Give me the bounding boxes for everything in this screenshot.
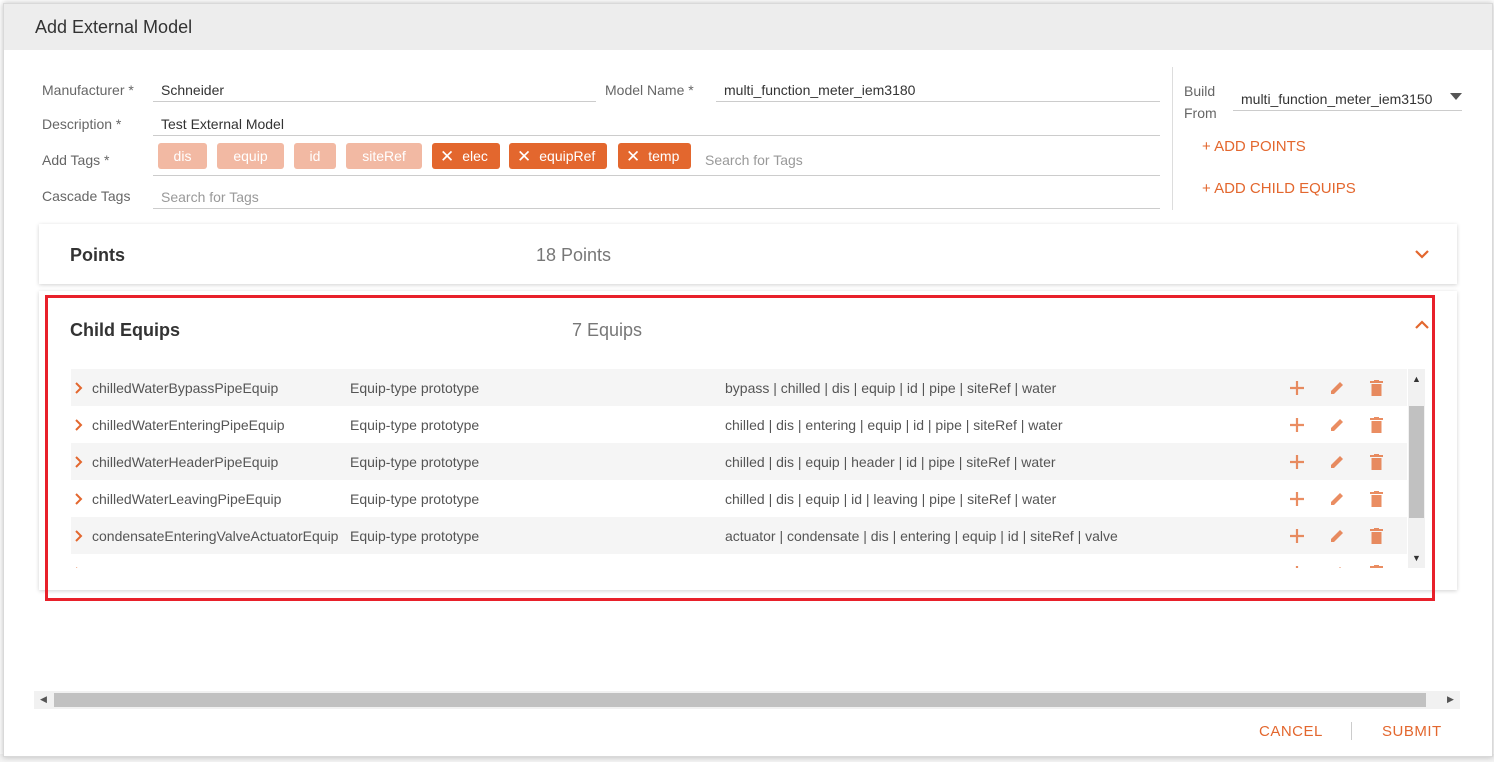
remove-tag-icon[interactable]: ✕ <box>626 148 640 165</box>
build-from-select[interactable]: multi_function_meter_iem3150 <box>1233 87 1462 111</box>
description-label: Description * <box>42 116 122 132</box>
scroll-right-arrow-icon[interactable]: ▶ <box>1447 694 1454 705</box>
tag-label: elec <box>462 148 488 164</box>
points-card[interactable]: Points 18 Points <box>39 224 1457 284</box>
dropdown-caret-icon <box>1450 93 1462 101</box>
tag-dis: dis <box>158 143 207 169</box>
child-equips-highlight-box <box>45 295 1435 601</box>
build-from-value: multi_function_meter_iem3150 <box>1241 90 1433 107</box>
build-from-label: Build From <box>1184 80 1217 124</box>
remove-tag-icon[interactable]: ✕ <box>440 148 454 165</box>
tag-label: temp <box>648 148 680 164</box>
tag-label: equipRef <box>539 148 596 164</box>
cascade-tags-label: Cascade Tags <box>42 188 131 204</box>
footer-divider <box>1351 722 1352 740</box>
tag-siteref: siteRef <box>346 143 422 169</box>
submit-button[interactable]: SUBMIT <box>1382 723 1442 740</box>
manufacturer-field[interactable]: Schneider <box>153 78 596 102</box>
scroll-left-arrow-icon[interactable]: ◀ <box>40 694 47 705</box>
model-name-field[interactable]: multi_function_meter_iem3180 <box>716 78 1160 102</box>
manufacturer-label: Manufacturer * <box>42 82 134 98</box>
add-child-equips-link[interactable]: + ADD CHILD EQUIPS <box>1202 180 1356 197</box>
tag-equipref[interactable]: ✕ equipRef <box>509 143 608 169</box>
manufacturer-value: Schneider <box>161 81 225 98</box>
model-name-value: multi_function_meter_iem3180 <box>724 81 916 98</box>
tag-id: id <box>294 143 336 169</box>
horizontal-scroll-thumb[interactable] <box>54 693 1426 707</box>
tag-temp[interactable]: ✕ temp <box>618 143 692 169</box>
model-name-label: Model Name * <box>605 82 694 98</box>
horizontal-scrollbar[interactable]: ◀ ▶ <box>34 691 1460 709</box>
cascade-tags-placeholder: Search for Tags <box>161 188 259 205</box>
tag-search-input[interactable]: Search for Tags <box>705 152 803 168</box>
chevron-down-icon[interactable] <box>1415 250 1429 259</box>
from-label-line: From <box>1184 105 1217 121</box>
cancel-button[interactable]: CANCEL <box>1259 723 1323 740</box>
tag-equip: equip <box>217 143 284 169</box>
dialog-title: Add External Model <box>4 4 1492 50</box>
tag-elec[interactable]: ✕ elec <box>432 143 500 169</box>
build-label-line: Build <box>1184 83 1216 99</box>
add-tags-label: Add Tags * <box>42 152 110 168</box>
cascade-tags-field[interactable]: Search for Tags <box>153 185 1160 209</box>
points-count: 18 Points <box>536 245 612 265</box>
description-field[interactable]: Test External Model <box>153 112 1160 136</box>
remove-tag-icon[interactable]: ✕ <box>517 148 531 165</box>
description-value: Test External Model <box>161 115 284 132</box>
points-card-title: Points <box>70 245 126 265</box>
add-points-link[interactable]: + ADD POINTS <box>1202 138 1306 155</box>
